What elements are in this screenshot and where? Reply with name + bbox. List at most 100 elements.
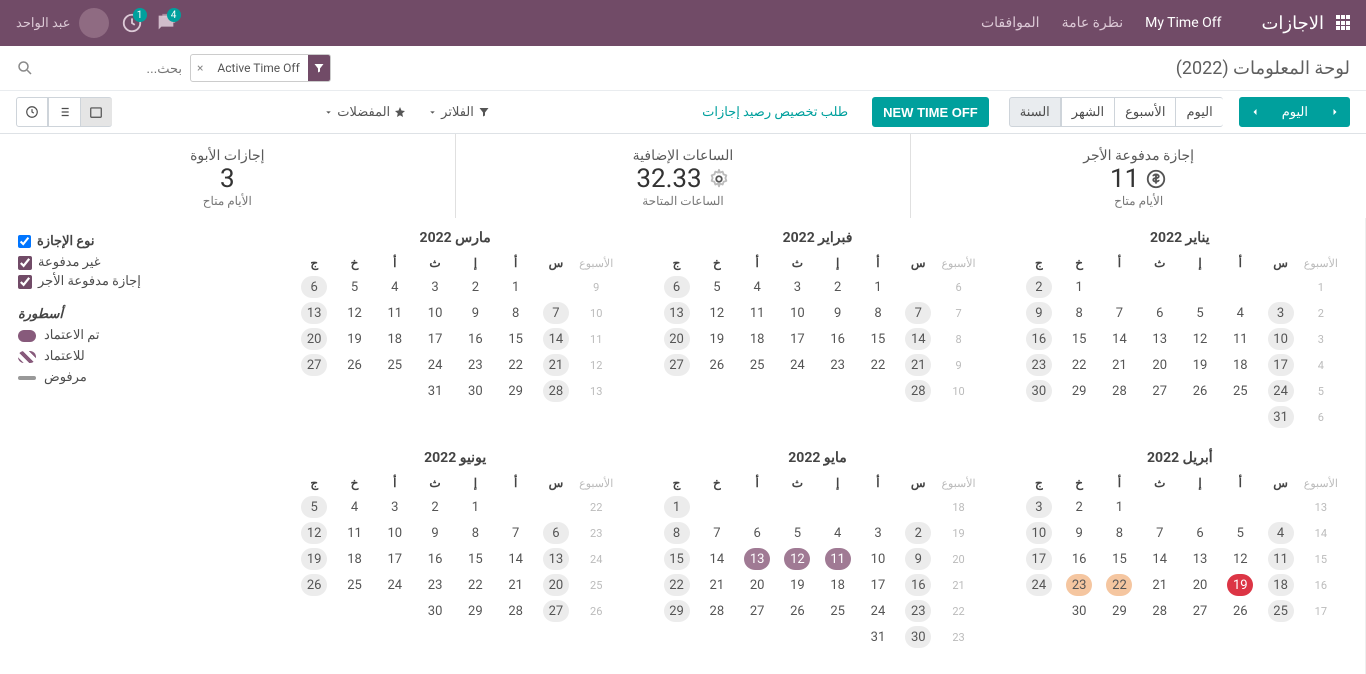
day-cell[interactable]: 17 xyxy=(415,326,455,352)
day-cell[interactable]: 18 xyxy=(1220,352,1260,378)
day-cell[interactable]: 16 xyxy=(1059,546,1099,572)
day-cell[interactable]: 13 xyxy=(737,546,777,572)
day-cell[interactable]: 20 xyxy=(656,326,696,352)
day-cell[interactable]: 22 xyxy=(656,572,696,598)
day-cell[interactable]: 28 xyxy=(496,598,536,624)
stat-card[interactable]: إجازة مدفوعة الأجر 11 الأيام متاح xyxy=(910,134,1366,218)
scale-day[interactable]: اليوم xyxy=(1175,97,1222,127)
day-cell[interactable]: 13 xyxy=(656,300,696,326)
day-cell[interactable]: 12 xyxy=(777,546,817,572)
day-cell[interactable]: 17 xyxy=(375,546,415,572)
day-cell[interactable]: 24 xyxy=(1019,572,1059,598)
day-cell[interactable]: 29 xyxy=(656,598,696,624)
day-cell[interactable]: 11 xyxy=(1260,546,1300,572)
day-cell[interactable]: 11 xyxy=(334,520,374,546)
day-cell[interactable]: 10 xyxy=(1260,326,1300,352)
day-cell[interactable]: 28 xyxy=(1099,378,1139,404)
day-cell[interactable]: 9 xyxy=(455,300,495,326)
day-cell[interactable]: 25 xyxy=(1260,598,1300,624)
day-cell[interactable]: 7 xyxy=(898,300,938,326)
day-cell[interactable]: 9 xyxy=(415,520,455,546)
day-cell[interactable]: 20 xyxy=(1140,352,1180,378)
day-cell[interactable]: 22 xyxy=(1059,352,1099,378)
day-cell[interactable]: 16 xyxy=(1019,326,1059,352)
day-cell[interactable]: 14 xyxy=(697,546,737,572)
day-cell[interactable]: 19 xyxy=(1180,352,1220,378)
day-cell[interactable]: 12 xyxy=(294,520,334,546)
day-cell[interactable]: 14 xyxy=(536,326,576,352)
day-cell[interactable]: 15 xyxy=(656,546,696,572)
day-cell[interactable]: 19 xyxy=(777,572,817,598)
day-cell[interactable]: 4 xyxy=(1260,520,1300,546)
day-cell[interactable]: 6 xyxy=(1180,520,1220,546)
day-cell[interactable]: 27 xyxy=(1180,598,1220,624)
day-cell[interactable]: 13 xyxy=(1180,546,1220,572)
day-cell[interactable]: 27 xyxy=(536,598,576,624)
nav-item-approvals[interactable]: الموافقات xyxy=(981,15,1040,31)
day-cell[interactable]: 22 xyxy=(455,572,495,598)
day-cell[interactable]: 10 xyxy=(375,520,415,546)
day-cell[interactable]: 11 xyxy=(818,546,858,572)
day-cell[interactable]: 6 xyxy=(294,274,334,300)
day-cell[interactable]: 29 xyxy=(1099,598,1139,624)
day-cell[interactable]: 9 xyxy=(1059,520,1099,546)
day-cell[interactable]: 2 xyxy=(415,494,455,520)
day-cell[interactable]: 20 xyxy=(294,326,334,352)
day-cell[interactable]: 5 xyxy=(697,274,737,300)
day-cell[interactable]: 29 xyxy=(455,598,495,624)
day-cell[interactable]: 15 xyxy=(455,546,495,572)
day-cell[interactable]: 14 xyxy=(1099,326,1139,352)
day-cell[interactable]: 2 xyxy=(818,274,858,300)
favorites-dropdown[interactable]: المفضلات xyxy=(324,105,406,120)
day-cell[interactable]: 11 xyxy=(737,300,777,326)
day-cell[interactable]: 3 xyxy=(777,274,817,300)
day-cell[interactable]: 5 xyxy=(294,494,334,520)
day-cell[interactable]: 20 xyxy=(1180,572,1220,598)
day-cell[interactable]: 13 xyxy=(536,546,576,572)
day-cell[interactable]: 17 xyxy=(1019,546,1059,572)
day-cell[interactable]: 30 xyxy=(1059,598,1099,624)
apps-icon[interactable] xyxy=(1334,15,1350,31)
day-cell[interactable]: 30 xyxy=(455,378,495,404)
day-cell[interactable]: 21 xyxy=(697,572,737,598)
day-cell[interactable]: 25 xyxy=(1220,378,1260,404)
day-cell[interactable]: 16 xyxy=(455,326,495,352)
day-cell[interactable]: 2 xyxy=(898,520,938,546)
day-cell[interactable]: 25 xyxy=(737,352,777,378)
day-cell[interactable]: 7 xyxy=(496,520,536,546)
stat-card[interactable]: الساعات الإضافية 32.33 الساعات المتاحة xyxy=(455,134,911,218)
day-cell[interactable]: 4 xyxy=(1220,300,1260,326)
day-cell[interactable]: 23 xyxy=(1019,352,1059,378)
day-cell[interactable]: 30 xyxy=(415,598,455,624)
day-cell[interactable]: 22 xyxy=(496,352,536,378)
new-time-off-button[interactable]: NEW TIME OFF xyxy=(872,97,989,127)
day-cell[interactable]: 27 xyxy=(1140,378,1180,404)
day-cell[interactable]: 15 xyxy=(1059,326,1099,352)
day-cell[interactable]: 27 xyxy=(294,352,334,378)
day-cell[interactable]: 7 xyxy=(1099,300,1139,326)
day-cell[interactable]: 26 xyxy=(294,572,334,598)
search-input[interactable] xyxy=(50,57,190,80)
day-cell[interactable]: 6 xyxy=(1140,300,1180,326)
day-cell[interactable]: 18 xyxy=(375,326,415,352)
user-menu[interactable]: عبد الواحد xyxy=(16,8,109,38)
day-cell[interactable]: 26 xyxy=(777,598,817,624)
day-cell[interactable]: 29 xyxy=(1059,378,1099,404)
day-cell[interactable]: 1 xyxy=(1099,494,1139,520)
day-cell[interactable]: 27 xyxy=(656,352,696,378)
day-cell[interactable]: 6 xyxy=(737,520,777,546)
day-cell[interactable]: 7 xyxy=(536,300,576,326)
day-cell[interactable]: 15 xyxy=(858,326,898,352)
day-cell[interactable]: 30 xyxy=(1019,378,1059,404)
day-cell[interactable]: 6 xyxy=(656,274,696,300)
day-cell[interactable]: 14 xyxy=(496,546,536,572)
day-cell[interactable]: 4 xyxy=(375,274,415,300)
day-cell[interactable]: 2 xyxy=(1019,274,1059,300)
today-button[interactable]: اليوم xyxy=(1271,97,1318,127)
day-cell[interactable]: 16 xyxy=(818,326,858,352)
day-cell[interactable]: 3 xyxy=(415,274,455,300)
day-cell[interactable]: 11 xyxy=(375,300,415,326)
day-cell[interactable]: 4 xyxy=(818,520,858,546)
day-cell[interactable]: 26 xyxy=(334,352,374,378)
scale-week[interactable]: الأسبوع xyxy=(1114,97,1175,127)
